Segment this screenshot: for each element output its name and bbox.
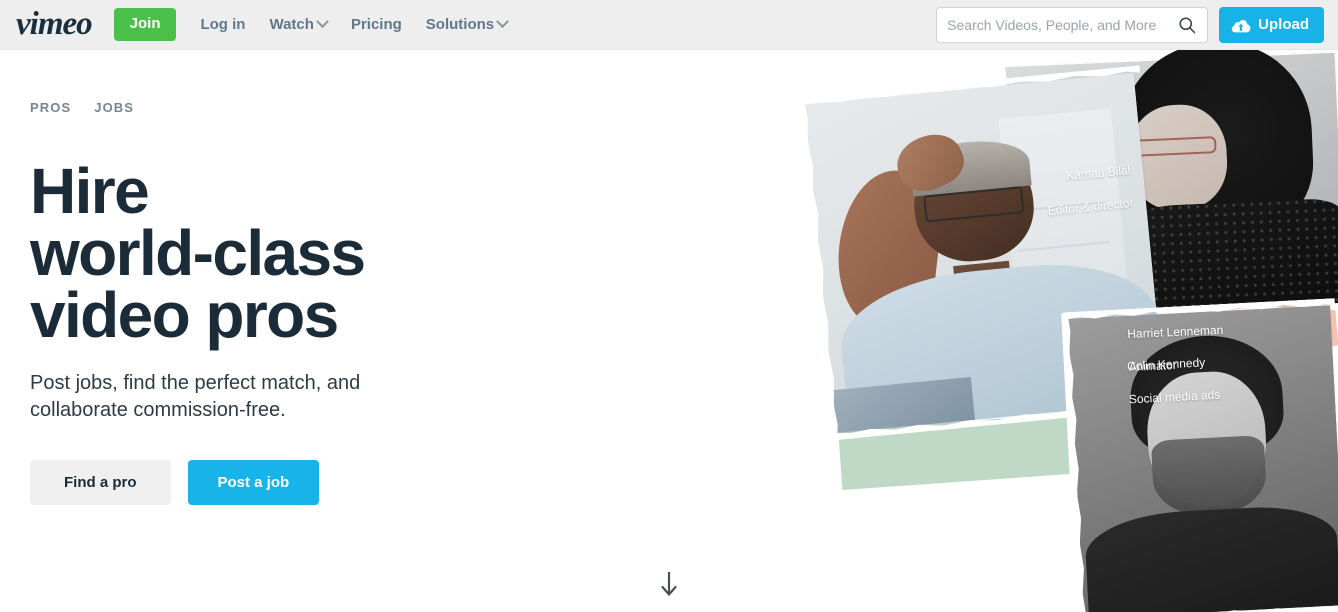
search-icon[interactable] [1177,15,1197,35]
upload-button[interactable]: Upload [1219,6,1324,43]
post-a-job-button[interactable]: Post a job [187,460,320,506]
chevron-down-icon [316,15,329,29]
nav-item-label: Pricing [350,16,402,33]
sub-nav-item-pros[interactable]: PROS [30,100,71,115]
nav-item-label: Log in [200,16,246,33]
pro-photo-collage: Harriet Lenneman Animator Kamau Bilal Ed… [798,50,1338,612]
sub-nav-item-jobs[interactable]: JOBS [94,100,134,115]
site-header: vimeo Join Log in Watch Pricing Solution… [0,0,1338,50]
scroll-down-button[interactable] [659,569,679,604]
pro-card-colin[interactable] [1068,305,1338,612]
hero-copy: Hire world-class video pros Post jobs, f… [30,155,550,506]
upload-label: Upload [1258,16,1309,33]
nav-item-label: Solutions [425,16,495,33]
nav-item-login[interactable]: Log in [200,16,245,33]
find-a-pro-button[interactable]: Find a pro [30,460,171,506]
cloud-upload-icon [1231,19,1251,32]
hero-subtitle: Post jobs, find the perfect match, and c… [30,372,361,422]
nav-item-watch[interactable]: Watch [269,15,329,33]
nav-item-pricing[interactable]: Pricing [351,16,402,33]
nav-item-solutions[interactable]: Solutions [425,15,509,33]
chevron-down-icon [496,15,509,29]
main-nav: Log in Watch Pricing Solutions [200,15,509,33]
hero-cta-row: Find a pro Post a job [30,460,550,506]
page-title: Hire world-class video pros [30,155,366,352]
hero-section: Harriet Lenneman Animator Kamau Bilal Ed… [0,50,1338,612]
search-input[interactable] [947,16,1178,33]
vimeo-logo[interactable]: vimeo [16,8,93,41]
portrait-glasses [1130,135,1217,157]
search-box[interactable] [936,6,1209,43]
join-button[interactable]: Join [113,8,177,41]
down-arrow-icon [661,572,677,596]
header-actions: Upload [936,6,1324,43]
nav-item-label: Watch [269,16,314,33]
